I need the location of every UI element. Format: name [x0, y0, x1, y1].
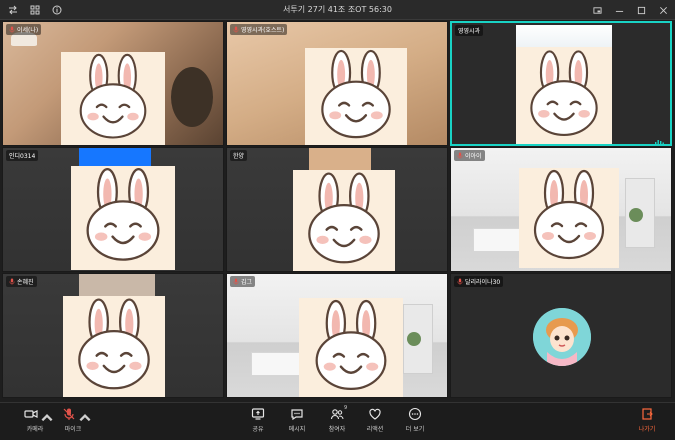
window-decoration [516, 25, 612, 47]
participant-name: 한양 [233, 153, 245, 160]
camera-button[interactable]: 카메라 [18, 407, 53, 433]
window-controls [591, 3, 669, 17]
bunny-avatar-image [61, 52, 165, 145]
video-tile[interactable]: 인디0314 [2, 147, 224, 272]
message-button-label: 메시지 [288, 426, 306, 433]
participant-name: 이세(나) [17, 27, 39, 34]
plant-decoration [171, 67, 213, 127]
participant-name: 인디0314 [9, 153, 36, 160]
profile-avatar [533, 308, 591, 366]
participant-name: 영영시과(호스트) [241, 27, 285, 34]
participant-name-tag: 달리라이나30 [454, 276, 504, 287]
mic-muted-icon [9, 278, 15, 285]
background-decoration [309, 148, 371, 170]
participant-name-tag: 손혜진 [6, 276, 37, 287]
participants-button-label: 참여자 [328, 426, 346, 433]
share-button[interactable]: 공유 [241, 407, 275, 433]
bunny-avatar-image [293, 170, 395, 271]
sofa-decoration [251, 352, 303, 376]
chat-bubble-icon [290, 407, 304, 421]
participant-name-tag: 이아이 [454, 150, 485, 161]
audio-level-icon [655, 132, 665, 144]
mic-button[interactable]: 마이크 [56, 407, 91, 433]
plant-decoration [407, 332, 421, 346]
video-tile[interactable]: 손혜진 [2, 273, 224, 398]
video-grid: 이세(나) 영영시과(호스트) 영영시과 인디0314 한양 이아이 손혜진 김… [2, 21, 673, 401]
video-tile-camera-off[interactable]: 달리라이나30 [450, 273, 672, 398]
mic-muted-icon [9, 26, 15, 33]
participant-name: 손혜진 [17, 279, 34, 286]
video-tile[interactable]: 영영시과(호스트) [226, 21, 448, 146]
video-camera-icon [24, 407, 38, 421]
video-tile[interactable]: 이세(나) [2, 21, 224, 146]
participant-name: 달리라이나30 [465, 279, 501, 286]
mic-muted-icon [233, 26, 239, 33]
exit-button[interactable]: 나가기 [630, 407, 664, 433]
participant-name-tag: 한양 [230, 150, 248, 161]
camera-button-icons [24, 407, 53, 422]
background-decoration [79, 274, 155, 298]
chevron-up-icon[interactable] [40, 411, 53, 422]
bunny-avatar-image [71, 166, 175, 270]
video-tile[interactable]: 김그 [226, 273, 448, 398]
meeting-toolbar: 카메라 마이크 공유 메시지 9 참여자 리액션 더 보기 나가기 [0, 402, 675, 440]
video-tile[interactable]: 이아이 [450, 147, 672, 272]
window-title: 서투기 27기 41조 조OT 56:30 [283, 5, 392, 14]
participant-name: 김그 [241, 279, 253, 286]
mic-muted-icon [457, 152, 463, 159]
participant-name-tag: 이세(나) [6, 24, 42, 35]
pip-icon[interactable] [591, 3, 603, 17]
bunny-avatar-image [299, 298, 403, 397]
mic-button-icons [62, 407, 91, 422]
bunny-avatar-image [305, 48, 407, 145]
message-button[interactable]: 메시지 [280, 407, 314, 433]
participants-count-badge: 9 [344, 405, 348, 411]
chevron-up-icon[interactable] [78, 411, 91, 422]
participant-name-tag: 영영시과(호스트) [230, 24, 288, 35]
more-button-label: 더 보기 [405, 426, 425, 433]
plant-decoration [629, 208, 643, 222]
mic-button-label: 마이크 [64, 426, 82, 433]
title-bar: 서투기 27기 41조 조OT 56:30 [0, 0, 675, 20]
participant-name-tag: 인디0314 [6, 150, 39, 161]
maximize-icon[interactable] [635, 3, 647, 17]
video-tile-active-speaker[interactable]: 영영시과 [450, 21, 672, 146]
participants-button[interactable]: 9 참여자 [320, 405, 354, 433]
reactions-button[interactable]: 리액션 [358, 407, 392, 433]
participant-name-tag: 영영시과 [455, 25, 484, 36]
bunny-avatar-image [516, 47, 612, 144]
bunny-avatar-image [63, 296, 165, 397]
more-dots-icon [408, 407, 422, 421]
video-tile[interactable]: 한양 [226, 147, 448, 272]
heart-icon [368, 407, 382, 421]
screen-share-icon [251, 407, 265, 421]
bunny-avatar-image [519, 168, 619, 268]
camera-button-label: 카메라 [26, 426, 44, 433]
exit-door-icon [640, 407, 654, 421]
minimize-icon[interactable] [613, 3, 625, 17]
participant-name: 영영시과 [458, 28, 481, 35]
more-button[interactable]: 더 보기 [398, 407, 432, 433]
shirt-color-decoration [79, 148, 151, 166]
reactions-button-label: 리액션 [366, 426, 384, 433]
mic-muted-icon [457, 278, 463, 285]
mic-muted-icon [233, 278, 239, 285]
participant-name: 이아이 [465, 153, 482, 160]
exit-button-label: 나가기 [638, 426, 656, 433]
share-button-label: 공유 [252, 426, 264, 433]
mic-muted-icon [62, 407, 76, 421]
people-icon [330, 407, 344, 421]
close-icon[interactable] [657, 3, 669, 17]
participant-name-tag: 김그 [230, 276, 256, 287]
